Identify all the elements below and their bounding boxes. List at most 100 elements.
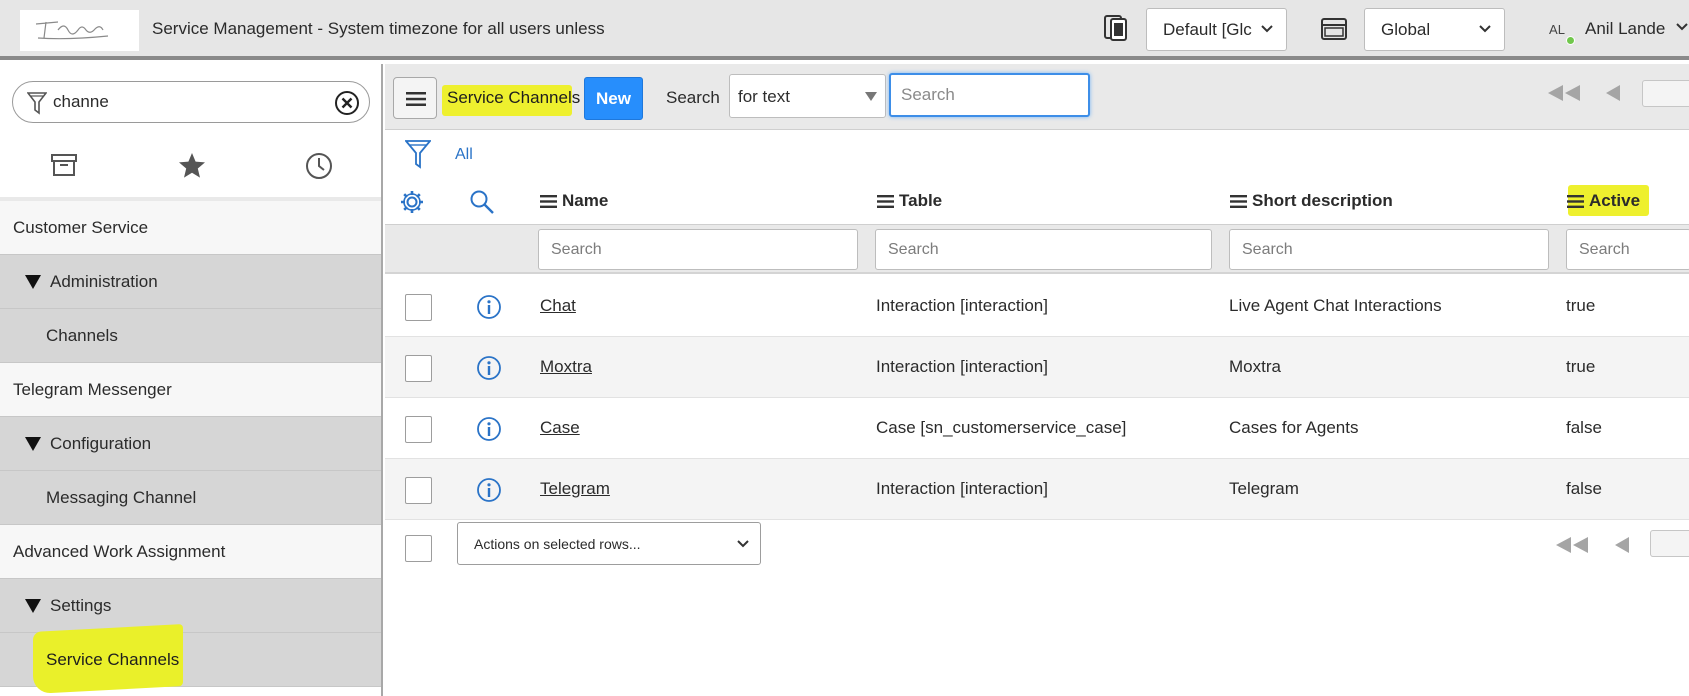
clock-icon	[306, 153, 332, 179]
filter-icon[interactable]	[405, 139, 431, 169]
info-circle-icon[interactable]	[476, 355, 502, 386]
column-header-label: Active	[1589, 191, 1641, 210]
update-set-icon[interactable]	[1103, 14, 1129, 47]
sidebar-item-service-channels-label[interactable]: Service Channels	[46, 650, 179, 670]
navigator-filter-input[interactable]	[53, 89, 323, 115]
new-button[interactable]: New	[584, 77, 643, 120]
application-navigator: Customer Service Administration Channels Te…	[0, 64, 383, 696]
magnifier-icon[interactable]	[469, 189, 495, 215]
sidebar-item-label: Advanced Work Assignment	[13, 542, 226, 561]
short-description-column-search[interactable]	[1229, 229, 1549, 270]
info-circle-icon[interactable]	[476, 416, 502, 447]
select-all-checkbox[interactable]	[405, 535, 432, 562]
archive-box-icon	[51, 154, 77, 176]
user-menu[interactable]: Anil Lande	[1585, 19, 1665, 39]
company-logo[interactable]	[20, 10, 139, 51]
sidebar-item-telegram-messenger[interactable]: Telegram Messenger	[0, 363, 381, 417]
search-field-value: for text	[738, 87, 790, 106]
application-scope-icon[interactable]	[1320, 17, 1348, 46]
table-column-search[interactable]	[875, 229, 1212, 270]
first-page-icon[interactable]	[1555, 536, 1589, 554]
hamburger-icon	[406, 92, 426, 106]
record-link[interactable]: Chat	[540, 296, 576, 316]
search-field-select[interactable]: for text	[729, 74, 886, 118]
filter-icon	[27, 92, 47, 115]
previous-page-icon[interactable]	[1605, 84, 1621, 102]
info-circle-icon[interactable]	[476, 294, 502, 325]
star-icon	[179, 153, 205, 178]
column-header-active[interactable]: Active	[1567, 191, 1640, 211]
record-link[interactable]: Telegram	[540, 479, 610, 499]
actions-select-value: Actions on selected rows...	[474, 536, 641, 552]
sidebar-item-label: Customer Service	[13, 218, 149, 237]
previous-page-icon[interactable]	[1614, 536, 1630, 554]
column-menu-icon	[877, 195, 894, 208]
expand-triangle-icon	[25, 437, 41, 451]
table-row: Case Case [sn_customerservice_case] Cases …	[385, 398, 1689, 459]
first-page-icon[interactable]	[1547, 84, 1581, 102]
chevron-down-icon	[1479, 25, 1491, 33]
all-applications-tab[interactable]	[50, 152, 78, 183]
short-description-cell: Moxtra	[1229, 357, 1281, 376]
record-link[interactable]: Case	[540, 418, 580, 438]
row-checkbox[interactable]	[405, 294, 432, 321]
column-header-name[interactable]: Name	[540, 191, 608, 211]
sidebar-item-configuration[interactable]: Configuration	[0, 417, 381, 471]
list-header: Service Channels New Search for text	[385, 64, 1689, 130]
short-description-cell: Telegram	[1229, 479, 1299, 498]
history-tab[interactable]	[305, 152, 333, 185]
application-scope-picker[interactable]: Global	[1364, 8, 1505, 51]
info-circle-icon[interactable]	[476, 477, 502, 508]
breadcrumb: All	[385, 131, 1689, 177]
column-header-label: Short description	[1252, 191, 1393, 210]
chevron-down-icon[interactable]	[1676, 22, 1688, 32]
sidebar-item-customer-service[interactable]: Customer Service	[0, 201, 381, 255]
update-set-picker[interactable]: Default [Glc	[1146, 8, 1287, 51]
row-checkbox[interactable]	[405, 416, 432, 443]
table-row: Moxtra Interaction [interaction] Moxtra tru…	[385, 337, 1689, 398]
gear-icon[interactable]	[399, 189, 425, 215]
sidebar-item-channels[interactable]: Channels	[0, 309, 381, 363]
record-link[interactable]: Moxtra	[540, 357, 592, 377]
active-column-search[interactable]	[1566, 229, 1689, 270]
sidebar-item-messaging-channel[interactable]: Messaging Channel	[0, 471, 381, 525]
sidebar-item-label: Administration	[50, 272, 158, 291]
navigator-filter[interactable]	[12, 81, 370, 123]
actions-select[interactable]: Actions on selected rows...	[457, 522, 761, 565]
sidebar-item-label: Messaging Channel	[46, 488, 197, 507]
update-set-value: Default [Glc	[1163, 20, 1252, 39]
chevron-down-icon	[737, 540, 749, 548]
top-header: Service Management - System timezone for…	[0, 0, 1689, 60]
column-header-table[interactable]: Table	[877, 191, 942, 211]
scope-value: Global	[1381, 20, 1431, 39]
list-body: Chat Interaction [interaction] Live Agent …	[385, 276, 1689, 520]
row-checkbox[interactable]	[405, 477, 432, 504]
active-cell: false	[1566, 479, 1602, 498]
navigator-menu: Customer Service Administration Channels Te…	[0, 201, 381, 687]
sidebar-item-advanced-work-assignment[interactable]: Advanced Work Assignment	[0, 525, 381, 579]
page-number-box[interactable]	[1642, 80, 1689, 107]
list-context-menu-button[interactable]	[393, 77, 437, 119]
active-cell: true	[1566, 296, 1596, 315]
active-cell: false	[1566, 418, 1602, 437]
column-menu-icon	[1567, 195, 1584, 208]
app-title: Service Management - System timezone for…	[152, 19, 605, 38]
page-number-box[interactable]	[1650, 530, 1689, 557]
list-search-input[interactable]	[889, 73, 1090, 117]
column-search-row	[385, 224, 1689, 274]
sidebar-item-label: Configuration	[50, 434, 152, 453]
clear-circle-icon[interactable]	[334, 90, 360, 116]
table-cell: Interaction [interaction]	[876, 357, 1048, 376]
column-menu-icon	[540, 195, 557, 208]
name-column-search[interactable]	[538, 229, 858, 270]
row-checkbox[interactable]	[405, 355, 432, 382]
breadcrumb-all-link[interactable]: All	[455, 146, 473, 164]
presence-indicator	[1566, 36, 1575, 45]
table-cell: Interaction [interaction]	[876, 296, 1048, 315]
favorites-tab[interactable]	[178, 152, 206, 184]
column-header-short-description[interactable]: Short description	[1230, 191, 1393, 211]
short-description-cell: Live Agent Chat Interactions	[1229, 296, 1442, 315]
caret-down-icon	[865, 92, 877, 101]
sidebar-item-administration[interactable]: Administration	[0, 255, 381, 309]
sidebar-item-settings[interactable]: Settings	[0, 579, 381, 633]
